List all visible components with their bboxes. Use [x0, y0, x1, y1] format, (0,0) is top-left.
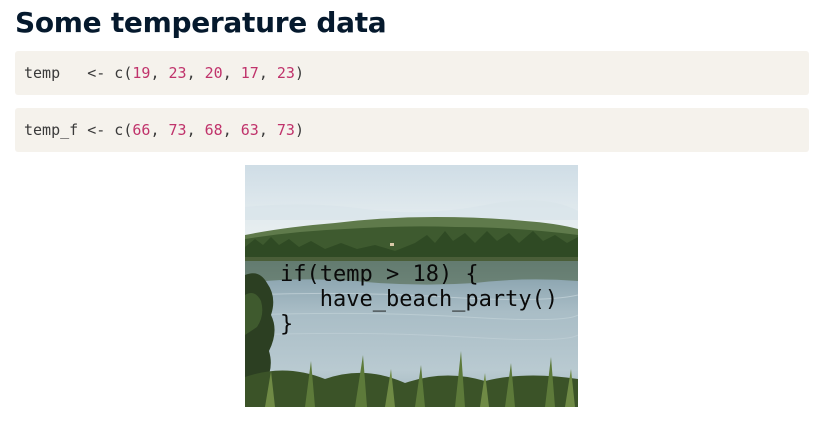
code-number: 73 — [168, 121, 187, 139]
code-number: 23 — [276, 64, 295, 82]
code-number: 20 — [204, 64, 223, 82]
code-number: 73 — [276, 121, 295, 139]
code-variable: temp — [24, 64, 61, 82]
code-number: 23 — [168, 64, 187, 82]
code-separator: , — [222, 121, 241, 139]
code-line: if(temp > 18) { — [280, 262, 479, 287]
code-number: 19 — [132, 64, 151, 82]
code-assign: <- c( — [60, 64, 133, 82]
code-line: have_beach_party() — [280, 287, 559, 312]
page-title: Some temperature data — [15, 6, 387, 39]
code-close: ) — [294, 64, 304, 82]
code-separator: , — [150, 64, 169, 82]
lake-photo: if(temp > 18) { have_beach_party() } — [245, 165, 578, 407]
code-separator: , — [258, 121, 277, 139]
code-block-temp: temp <- c(19, 23, 20, 17, 23) — [15, 51, 809, 95]
code-number: 68 — [204, 121, 223, 139]
code-separator: , — [186, 121, 205, 139]
code-assign: <- c( — [78, 121, 133, 139]
code-separator: , — [258, 64, 277, 82]
photo-code-overlay: if(temp > 18) { have_beach_party() } — [280, 262, 558, 337]
code-separator: , — [186, 64, 205, 82]
code-separator: , — [222, 64, 241, 82]
code-number: 17 — [240, 64, 259, 82]
code-block-temp-f: temp_f <- c(66, 73, 68, 63, 73) — [15, 108, 809, 152]
code-separator: , — [150, 121, 169, 139]
code-number: 63 — [240, 121, 259, 139]
code-variable: temp_f — [24, 121, 79, 139]
code-close: ) — [294, 121, 304, 139]
code-line: } — [280, 312, 294, 337]
code-number: 66 — [132, 121, 151, 139]
